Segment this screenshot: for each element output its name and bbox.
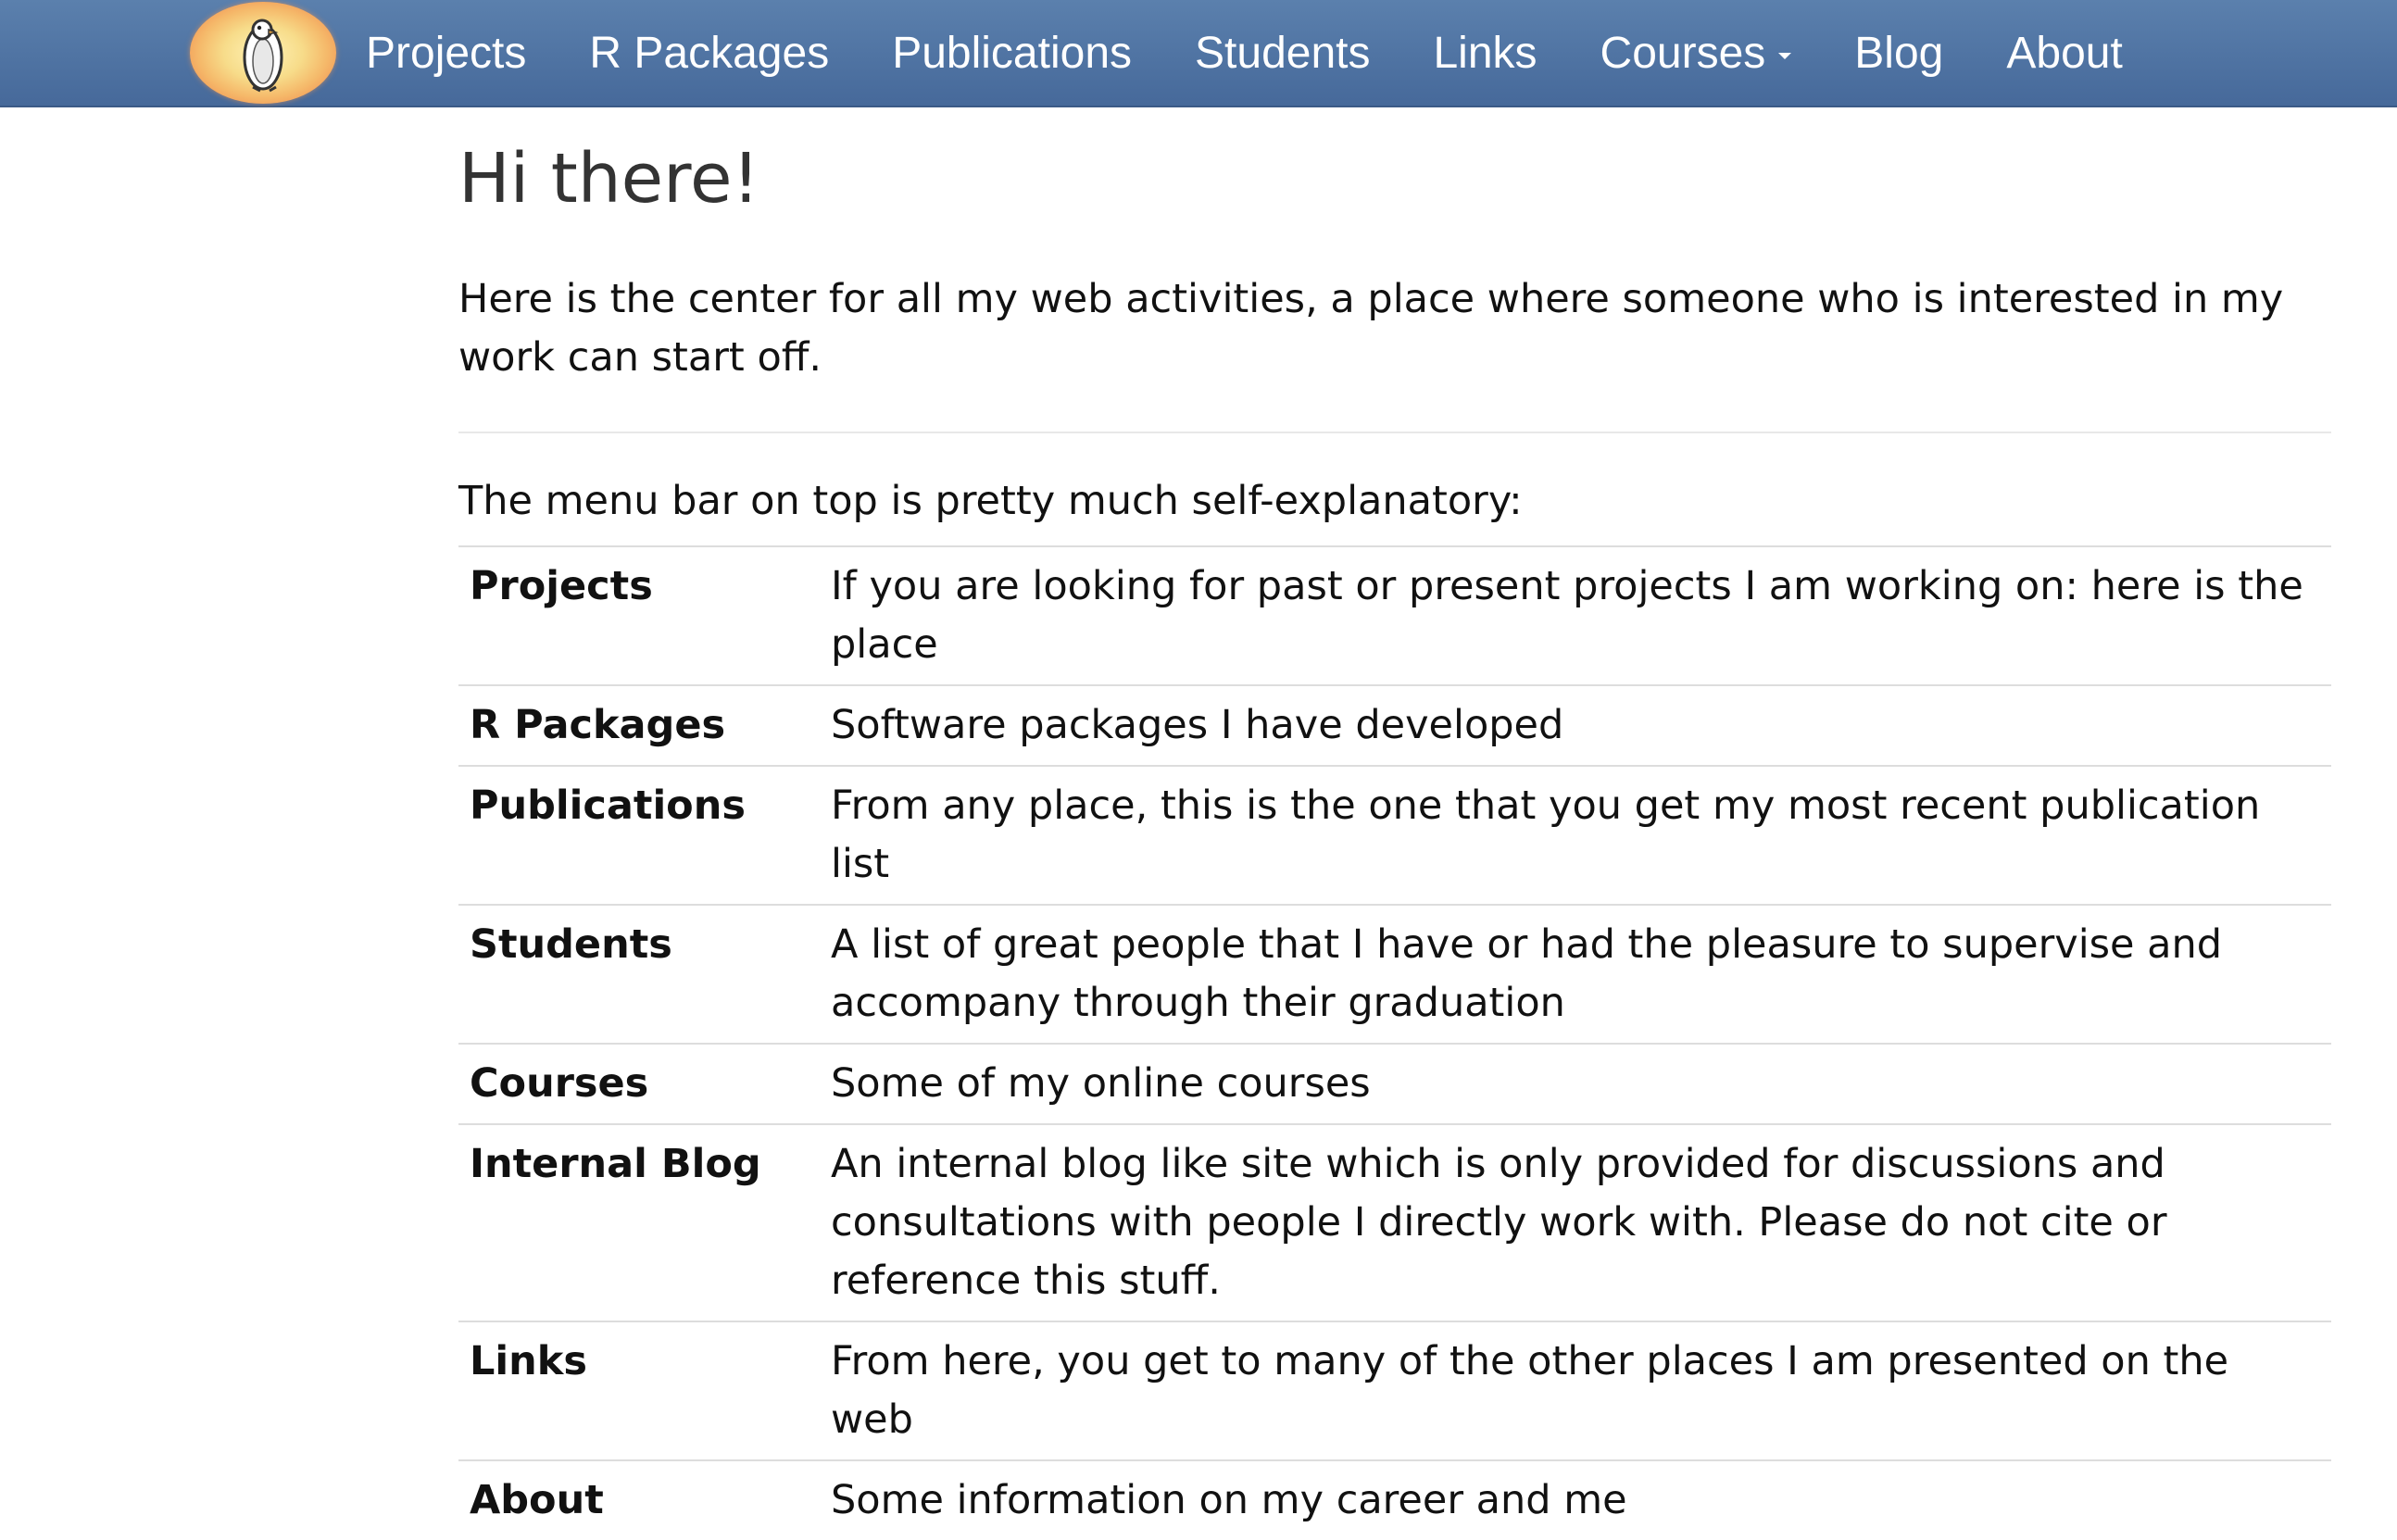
row-description: Some of my online courses [818, 1043, 2331, 1124]
intro-paragraph: Here is the center for all my web activi… [458, 276, 2284, 381]
row-description: An internal blog like site which is only… [818, 1123, 2331, 1321]
nav-label: Blog [1854, 28, 1944, 78]
nav-links[interactable]: Links [1433, 28, 1537, 79]
row-term: Courses [458, 1043, 818, 1124]
nav-label: About [2006, 28, 2123, 78]
row-term: Publications [458, 765, 818, 905]
nav-projects[interactable]: Projects [366, 28, 526, 79]
row-term: Projects [458, 545, 818, 685]
row-term: Internal Blog [458, 1123, 818, 1321]
row-description: Some information on my career and me [818, 1459, 2331, 1540]
table-row: Internal Blog An internal blog like site … [458, 1123, 2331, 1321]
main-content: Hi there! Here is the center for all my … [458, 106, 2331, 1540]
menu-description-table: Projects If you are looking for past or p… [458, 545, 2331, 1540]
nav-blog[interactable]: Blog [1854, 28, 1943, 79]
top-navbar: Projects R Packages Publications Students Li… [0, 0, 2397, 107]
nav-courses[interactable]: Courses [1600, 28, 1792, 79]
row-description: From here, you get to many of the other … [818, 1321, 2331, 1460]
nav-publications[interactable]: Publications [892, 28, 1132, 79]
row-term: About [458, 1459, 818, 1540]
nav-label: Projects [366, 28, 527, 78]
row-description: From any place, this is the one that you… [818, 765, 2331, 905]
row-term: R Packages [458, 684, 818, 766]
nav-label: Links [1433, 28, 1537, 78]
table-row: Students A list of great people that I ha… [458, 904, 2331, 1044]
penguin-logo-icon[interactable] [190, 2, 336, 104]
menu-note: The menu bar on top is pretty much self-… [458, 478, 1523, 524]
table-row: Courses Some of my online courses [458, 1043, 2331, 1124]
row-description: Software packages I have developed [818, 684, 2331, 766]
nav-label: R Packages [589, 28, 830, 78]
page-title: Hi there! [458, 139, 760, 219]
table-row: R Packages Software packages I have devel… [458, 684, 2331, 766]
nav-r-packages[interactable]: R Packages [589, 28, 829, 79]
caret-down-icon [1778, 52, 1792, 59]
row-term: Students [458, 904, 818, 1044]
table-row: About Some information on my career and m… [458, 1459, 2331, 1540]
nav-label: Students [1195, 28, 1371, 78]
nav-students[interactable]: Students [1195, 28, 1370, 79]
nav-label: Publications [892, 28, 1133, 78]
table-row: Links From here, you get to many of the o… [458, 1321, 2331, 1460]
nav-label: Courses [1600, 28, 1766, 78]
nav-about[interactable]: About [2006, 28, 2122, 79]
section-divider [458, 432, 2331, 433]
row-description: If you are looking for past or present p… [818, 545, 2331, 685]
row-term: Links [458, 1321, 818, 1460]
row-description: A list of great people that I have or ha… [818, 904, 2331, 1044]
table-row: Projects If you are looking for past or p… [458, 545, 2331, 685]
table-row: Publications From any place, this is the … [458, 765, 2331, 905]
